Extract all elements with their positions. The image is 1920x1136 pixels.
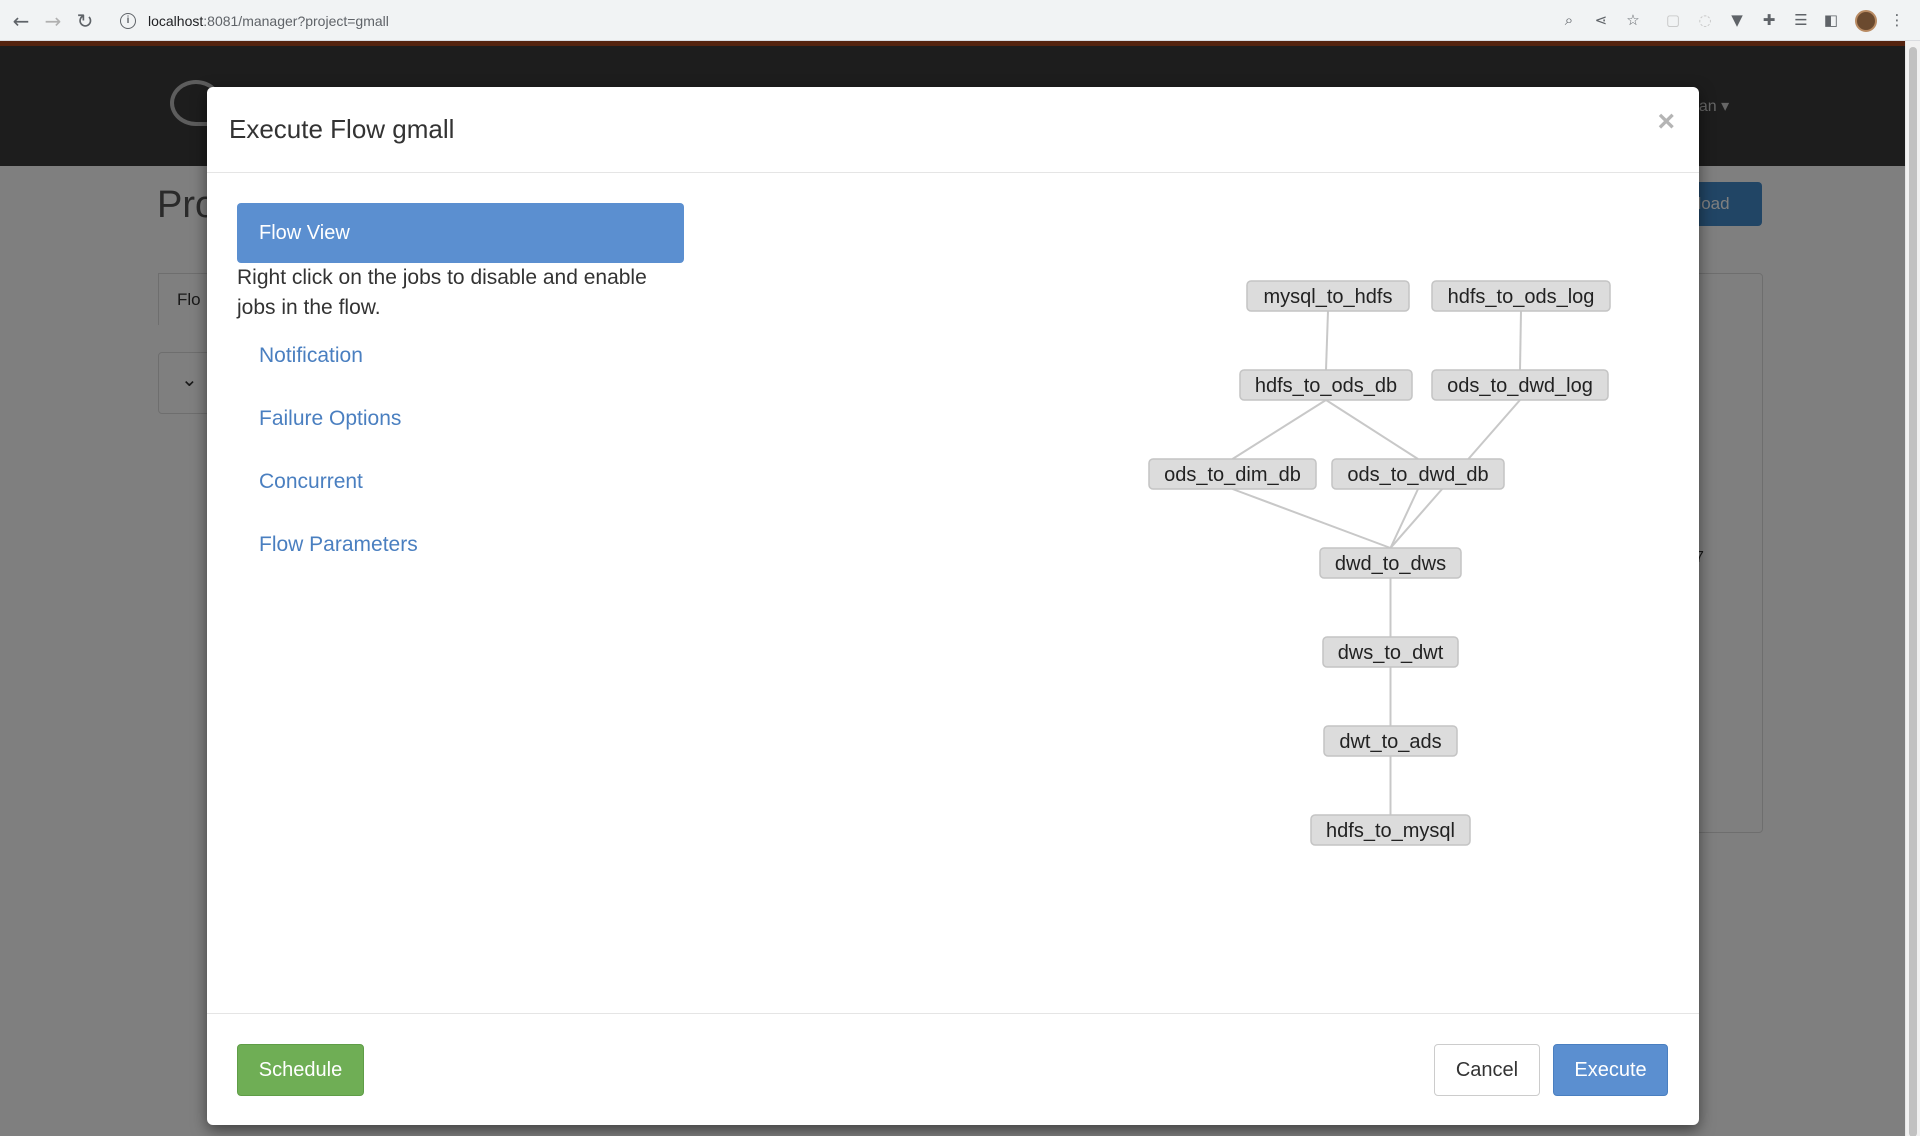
page-scrollbar[interactable] (1905, 41, 1920, 1136)
flow-job-node[interactable]: dwt_to_ads (1323, 725, 1458, 757)
flow-job-node[interactable]: hdfs_to_mysql (1310, 814, 1471, 846)
flow-job-label: ods_to_dwd_log (1447, 375, 1593, 397)
flow-edge (1325, 310, 1329, 371)
flow-job-node[interactable]: hdfs_to_ods_db (1239, 369, 1413, 401)
flow-job-label: dws_to_dwt (1338, 642, 1444, 664)
side-panel-icon[interactable]: ◧ (1822, 11, 1840, 29)
flow-job-label: dwd_to_dws (1335, 553, 1446, 575)
extension-icon[interactable]: ▢ (1664, 11, 1682, 29)
share-icon[interactable]: ⋖ (1592, 11, 1610, 29)
flow-job-node[interactable]: mysql_to_hdfs (1246, 280, 1410, 312)
flow-edge (1325, 399, 1419, 460)
forward-arrow-icon[interactable]: → (40, 8, 66, 34)
address-bar[interactable]: i localhost:8081/manager?project=gmall (110, 6, 1195, 36)
flow-job-label: ods_to_dim_db (1164, 464, 1301, 486)
puzzle-extensions-icon[interactable]: ✚ (1760, 11, 1778, 29)
flow-job-node[interactable]: dws_to_dwt (1322, 636, 1459, 668)
reading-list-icon[interactable]: ☰ (1792, 11, 1810, 29)
execute-flow-modal: Execute Flow gmall × Flow View Right cli… (207, 87, 1699, 1125)
url-text: localhost:8081/manager?project=gmall (148, 13, 389, 29)
flow-nodes: mysql_to_hdfs hdfs_to_ods_log hdfs_to_ods_… (1148, 280, 1611, 846)
extension-v-icon[interactable]: ▼ (1728, 11, 1746, 29)
cancel-button[interactable]: Cancel (1434, 1044, 1540, 1096)
site-info-icon[interactable]: i (120, 13, 136, 29)
flow-job-label: mysql_to_hdfs (1264, 286, 1393, 308)
profile-avatar[interactable] (1855, 10, 1877, 32)
menu-kebab-icon[interactable]: ⋮ (1888, 11, 1906, 29)
back-arrow-icon[interactable]: ← (8, 8, 34, 34)
flow-job-node[interactable]: hdfs_to_ods_log (1431, 280, 1611, 312)
reload-icon[interactable]: ↻ (72, 8, 98, 34)
flow-job-label: dwt_to_ads (1339, 731, 1441, 753)
flow-job-label: hdfs_to_ods_log (1448, 286, 1595, 308)
zoom-icon[interactable]: ⌕ (1560, 11, 1578, 29)
flow-edge (1389, 488, 1419, 549)
flow-job-node[interactable]: ods_to_dim_db (1148, 458, 1317, 490)
browser-toolbar: ← → ↻ i localhost:8081/manager?project=g… (0, 0, 1920, 41)
flow-job-label: hdfs_to_mysql (1326, 820, 1455, 842)
flow-job-node[interactable]: ods_to_dwd_log (1431, 369, 1609, 401)
flow-job-label: hdfs_to_ods_db (1255, 375, 1397, 397)
flow-job-node[interactable]: dwd_to_dws (1319, 547, 1462, 579)
url-host: localhost (148, 13, 204, 29)
flow-job-label: ods_to_dwd_db (1347, 464, 1488, 486)
extension-icon[interactable]: ◌ (1696, 11, 1714, 29)
flow-edge (1231, 399, 1327, 460)
flow-graph: mysql_to_hdfs hdfs_to_ods_log hdfs_to_ods_… (1148, 280, 1611, 846)
scrollbar-thumb[interactable] (1909, 47, 1917, 1136)
flow-job-node[interactable]: ods_to_dwd_db (1331, 458, 1505, 490)
schedule-button[interactable]: Schedule (237, 1044, 364, 1096)
flow-edge (1232, 488, 1391, 549)
bookmark-star-icon[interactable]: ☆ (1624, 11, 1642, 29)
flow-edge (1519, 310, 1522, 371)
url-path: :8081/manager?project=gmall (203, 13, 389, 29)
execute-button[interactable]: Execute (1553, 1044, 1668, 1096)
modal-footer: Schedule Cancel Execute (207, 1013, 1699, 1125)
